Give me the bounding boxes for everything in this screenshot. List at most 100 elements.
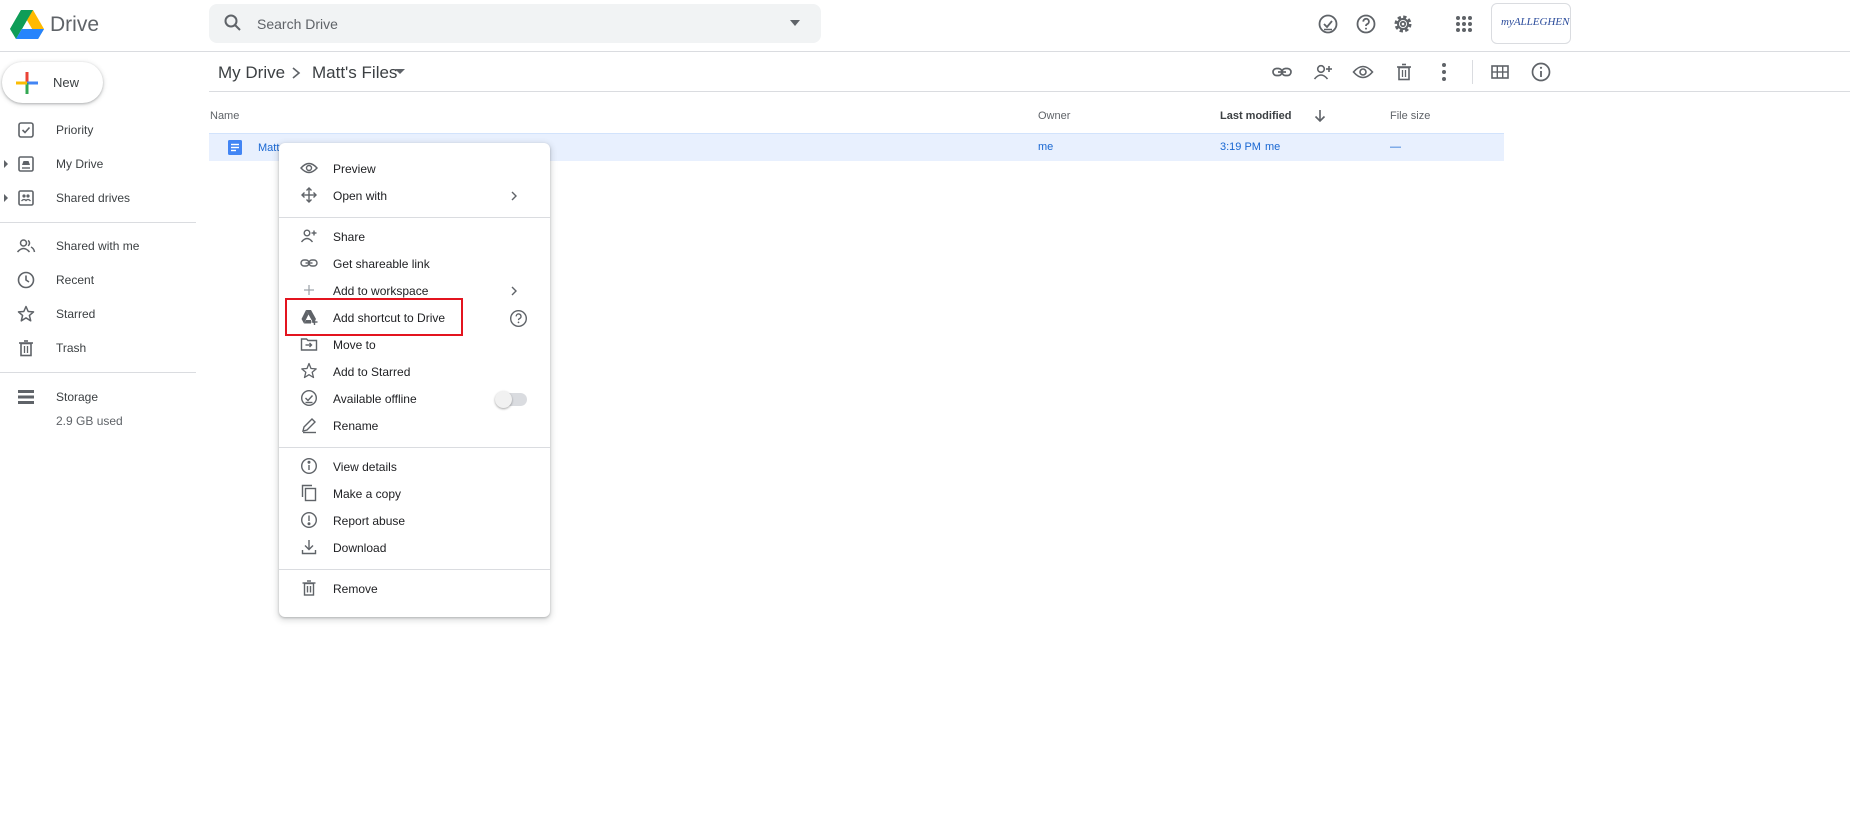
drive-logo-icon[interactable] bbox=[10, 8, 44, 40]
menu-item-open-with[interactable]: Open with bbox=[279, 182, 550, 209]
submenu-chevron-icon bbox=[510, 191, 518, 201]
shortcut-help-icon[interactable] bbox=[509, 309, 528, 328]
folder-menu-dropdown-icon[interactable] bbox=[395, 68, 405, 76]
sidebar-item-label: Priority bbox=[56, 123, 94, 137]
my-drive-icon bbox=[16, 154, 36, 174]
toolbar-bottom-divider bbox=[209, 91, 1850, 92]
search-input[interactable] bbox=[257, 4, 777, 43]
sidebar-item-my-drive[interactable]: My Drive bbox=[0, 150, 196, 178]
menu-item-add-to-starred[interactable]: Add to Starred bbox=[279, 358, 550, 385]
search-options-dropdown-icon[interactable] bbox=[789, 18, 801, 28]
breadcrumb-my-drive[interactable]: My Drive bbox=[218, 63, 285, 83]
new-button[interactable]: New bbox=[2, 62, 103, 103]
menu-item-label: Add to Starred bbox=[333, 365, 411, 379]
menu-item-view-details[interactable]: View details bbox=[279, 453, 550, 480]
menu-item-label: Preview bbox=[333, 162, 376, 176]
menu-divider bbox=[279, 447, 550, 448]
menu-item-get-shareable-link[interactable]: Get shareable link bbox=[279, 250, 550, 277]
get-link-icon[interactable] bbox=[1270, 60, 1294, 84]
shared-with-me-icon bbox=[16, 236, 36, 256]
move-to-icon bbox=[300, 335, 318, 353]
menu-item-label: Open with bbox=[333, 189, 388, 203]
download-icon bbox=[300, 538, 318, 556]
sidebar-item-shared-with-me[interactable]: Shared with me bbox=[0, 232, 196, 260]
menu-item-make-a-copy[interactable]: Make a copy bbox=[279, 480, 550, 507]
account-logo[interactable]: myALLEGHENY bbox=[1491, 3, 1571, 44]
menu-item-label: Report abuse bbox=[333, 514, 406, 528]
plus-icon bbox=[300, 281, 318, 299]
search-icon[interactable] bbox=[223, 13, 243, 33]
grid-view-icon[interactable] bbox=[1488, 60, 1512, 84]
highlight-annotation-box bbox=[285, 298, 463, 336]
sidebar-item-priority[interactable]: Priority bbox=[0, 116, 196, 144]
available-offline-toggle[interactable] bbox=[495, 391, 527, 408]
file-modified-time: 3:19 PM bbox=[1220, 141, 1261, 153]
chevron-right-icon bbox=[290, 66, 302, 80]
share-person-icon[interactable] bbox=[1311, 60, 1335, 84]
help-icon[interactable] bbox=[1353, 11, 1379, 37]
eye-icon bbox=[300, 159, 318, 177]
priority-icon bbox=[16, 120, 36, 140]
offline-ready-icon[interactable] bbox=[1315, 11, 1341, 37]
info-icon bbox=[300, 457, 318, 475]
expand-caret-icon[interactable] bbox=[4, 194, 8, 202]
breadcrumb-current-folder[interactable]: Matt's Files bbox=[312, 63, 397, 83]
settings-gear-icon[interactable] bbox=[1390, 11, 1416, 37]
search-bar[interactable] bbox=[209, 4, 821, 43]
sidebar-item-shared-drives[interactable]: Shared drives bbox=[0, 184, 196, 212]
share-person-icon bbox=[300, 227, 318, 245]
menu-divider bbox=[279, 569, 550, 570]
menu-item-remove[interactable]: Remove bbox=[279, 575, 550, 602]
menu-item-label: Get shareable link bbox=[333, 257, 430, 271]
menu-item-label: Available offline bbox=[333, 392, 417, 406]
column-header-name[interactable]: Name bbox=[210, 110, 239, 122]
menu-item-label: Remove bbox=[333, 582, 378, 596]
menu-item-label: Move to bbox=[333, 338, 376, 352]
sidebar-item-recent[interactable]: Recent bbox=[0, 266, 196, 294]
sidebar-item-trash[interactable]: Trash bbox=[0, 334, 196, 362]
trash-icon bbox=[16, 338, 36, 358]
view-details-info-icon[interactable] bbox=[1529, 60, 1553, 84]
google-doc-file-icon bbox=[228, 140, 242, 155]
menu-item-label: Share bbox=[333, 230, 366, 244]
star-icon bbox=[300, 362, 318, 380]
toggle-knob bbox=[495, 391, 512, 408]
more-actions-vertical-icon[interactable] bbox=[1432, 60, 1456, 84]
sidebar-item-starred[interactable]: Starred bbox=[0, 300, 196, 328]
trash-icon bbox=[300, 579, 318, 597]
menu-item-label: View details bbox=[333, 460, 397, 474]
column-header-owner[interactable]: Owner bbox=[1038, 110, 1070, 122]
open-with-icon bbox=[300, 186, 318, 204]
preview-eye-icon[interactable] bbox=[1351, 60, 1375, 84]
copy-icon bbox=[300, 484, 318, 502]
file-modified-by: me bbox=[1265, 141, 1281, 153]
menu-item-label: Make a copy bbox=[333, 487, 402, 501]
menu-divider bbox=[279, 217, 550, 218]
report-icon bbox=[300, 511, 318, 529]
menu-item-share[interactable]: Share bbox=[279, 223, 550, 250]
sort-descending-arrow-icon[interactable] bbox=[1313, 108, 1327, 124]
shared-drives-icon bbox=[16, 188, 36, 208]
menu-item-download[interactable]: Download bbox=[279, 534, 550, 561]
menu-item-report-abuse[interactable]: Report abuse bbox=[279, 507, 550, 534]
remove-trash-icon[interactable] bbox=[1392, 60, 1416, 84]
column-header-file-size[interactable]: File size bbox=[1390, 110, 1430, 122]
column-header-last-modified[interactable]: Last modified bbox=[1220, 110, 1292, 122]
storage-used-text: 2.9 GB used bbox=[56, 414, 123, 428]
menu-item-label: Add to workspace bbox=[333, 284, 429, 298]
sidebar-item-label: Shared drives bbox=[56, 191, 131, 205]
file-name[interactable]: Matt bbox=[258, 142, 280, 154]
offline-check-icon bbox=[300, 389, 318, 407]
menu-item-rename[interactable]: Rename bbox=[279, 412, 550, 439]
file-owner: me bbox=[1038, 141, 1054, 153]
toolbar-divider bbox=[1472, 60, 1473, 84]
plus-icon bbox=[15, 71, 39, 95]
sidebar-item-storage[interactable]: Storage bbox=[0, 383, 196, 411]
pencil-icon bbox=[300, 416, 318, 434]
sidebar-divider bbox=[0, 222, 196, 223]
submenu-chevron-icon bbox=[510, 286, 518, 296]
new-button-label: New bbox=[53, 75, 80, 90]
menu-item-preview[interactable]: Preview bbox=[279, 155, 550, 182]
apps-grid-icon[interactable] bbox=[1451, 11, 1477, 37]
expand-caret-icon[interactable] bbox=[4, 160, 8, 168]
